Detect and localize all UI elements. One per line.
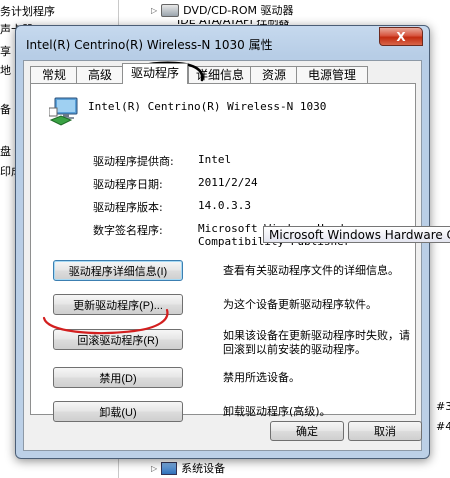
expand-arrow-icon[interactable]: ▷	[151, 6, 157, 15]
network-adapter-icon	[49, 97, 78, 126]
driver-version-label: 驱动程序版本:	[93, 201, 163, 214]
disable-desc: 禁用所选设备。	[223, 371, 300, 384]
bg-fragment: 备	[0, 103, 11, 116]
bg-fragment: #4	[436, 420, 450, 433]
tab-details[interactable]: 详细信息	[188, 66, 252, 83]
expand-arrow-icon[interactable]: ▷	[151, 464, 157, 473]
ok-button[interactable]: 确定	[270, 421, 344, 441]
disable-button[interactable]: 禁用(D)	[53, 367, 183, 388]
tree-item-dvd[interactable]: ▷ DVD/CD-ROM 驱动器	[151, 2, 294, 18]
driver-details-button[interactable]: 驱动程序详细信息(I)	[53, 260, 183, 281]
uninstall-button[interactable]: 卸载(U)	[53, 401, 183, 422]
signer-tooltip: Microsoft Windows Hardware Compatibility…	[263, 226, 450, 243]
rollback-driver-button[interactable]: 回滚驱动程序(R)	[53, 329, 183, 350]
driver-version-value: 14.0.3.3	[198, 199, 251, 212]
provider-label: 驱动程序提供商:	[93, 155, 174, 168]
bg-fragment: #3	[436, 400, 450, 413]
tab-advanced[interactable]: 高级	[76, 66, 124, 83]
tab-power-management[interactable]: 电源管理	[296, 66, 368, 83]
cancel-button[interactable]: 取消	[348, 421, 422, 441]
bg-fragment: 地	[0, 64, 11, 77]
driver-details-desc: 查看有关驱动程序文件的详细信息。	[223, 264, 399, 277]
bg-fragment: 务计划程序	[0, 5, 55, 18]
driver-date-value: 2011/2/24	[198, 176, 258, 189]
driver-date-label: 驱动程序日期:	[93, 178, 163, 191]
bg-fragment: 享	[0, 45, 11, 58]
signer-label: 数字签名程序:	[93, 224, 163, 237]
update-driver-button[interactable]: 更新驱动程序(P)...	[53, 294, 183, 315]
tab-general[interactable]: 常规	[30, 66, 78, 83]
tree-item-system-devices[interactable]: ▷ 系统设备	[151, 460, 225, 476]
update-driver-desc: 为这个设备更新驱动程序软件。	[223, 298, 377, 311]
dvd-drive-icon	[161, 3, 180, 17]
driver-tab-panel: Intel(R) Centrino(R) Wireless-N 1030 驱动程…	[30, 83, 416, 422]
device-name: Intel(R) Centrino(R) Wireless-N 1030	[88, 100, 327, 113]
rollback-driver-desc: 如果该设备在更新驱动程序时失败，请回滚到以前安装的驱动程序。	[223, 329, 410, 356]
uninstall-desc: 卸载驱动程序(高级)。	[223, 405, 331, 418]
dialog-client-area: 常规 高级 驱动程序 详细信息 资源 电源管理 Intel(R) Centrin…	[23, 60, 422, 451]
bg-fragment: 盘	[0, 145, 11, 158]
close-button[interactable]: X	[379, 27, 423, 46]
tree-item-label: 系统设备	[181, 462, 226, 475]
tab-resources[interactable]: 资源	[250, 66, 298, 83]
tree-item-label: DVD/CD-ROM 驱动器	[183, 4, 294, 17]
system-devices-icon	[161, 461, 178, 475]
dialog-title: Intel(R) Centrino(R) Wireless-N 1030 属性	[26, 38, 273, 52]
tab-driver[interactable]: 驱动程序	[122, 63, 188, 84]
provider-value: Intel	[198, 153, 232, 166]
close-icon: X	[396, 29, 406, 44]
